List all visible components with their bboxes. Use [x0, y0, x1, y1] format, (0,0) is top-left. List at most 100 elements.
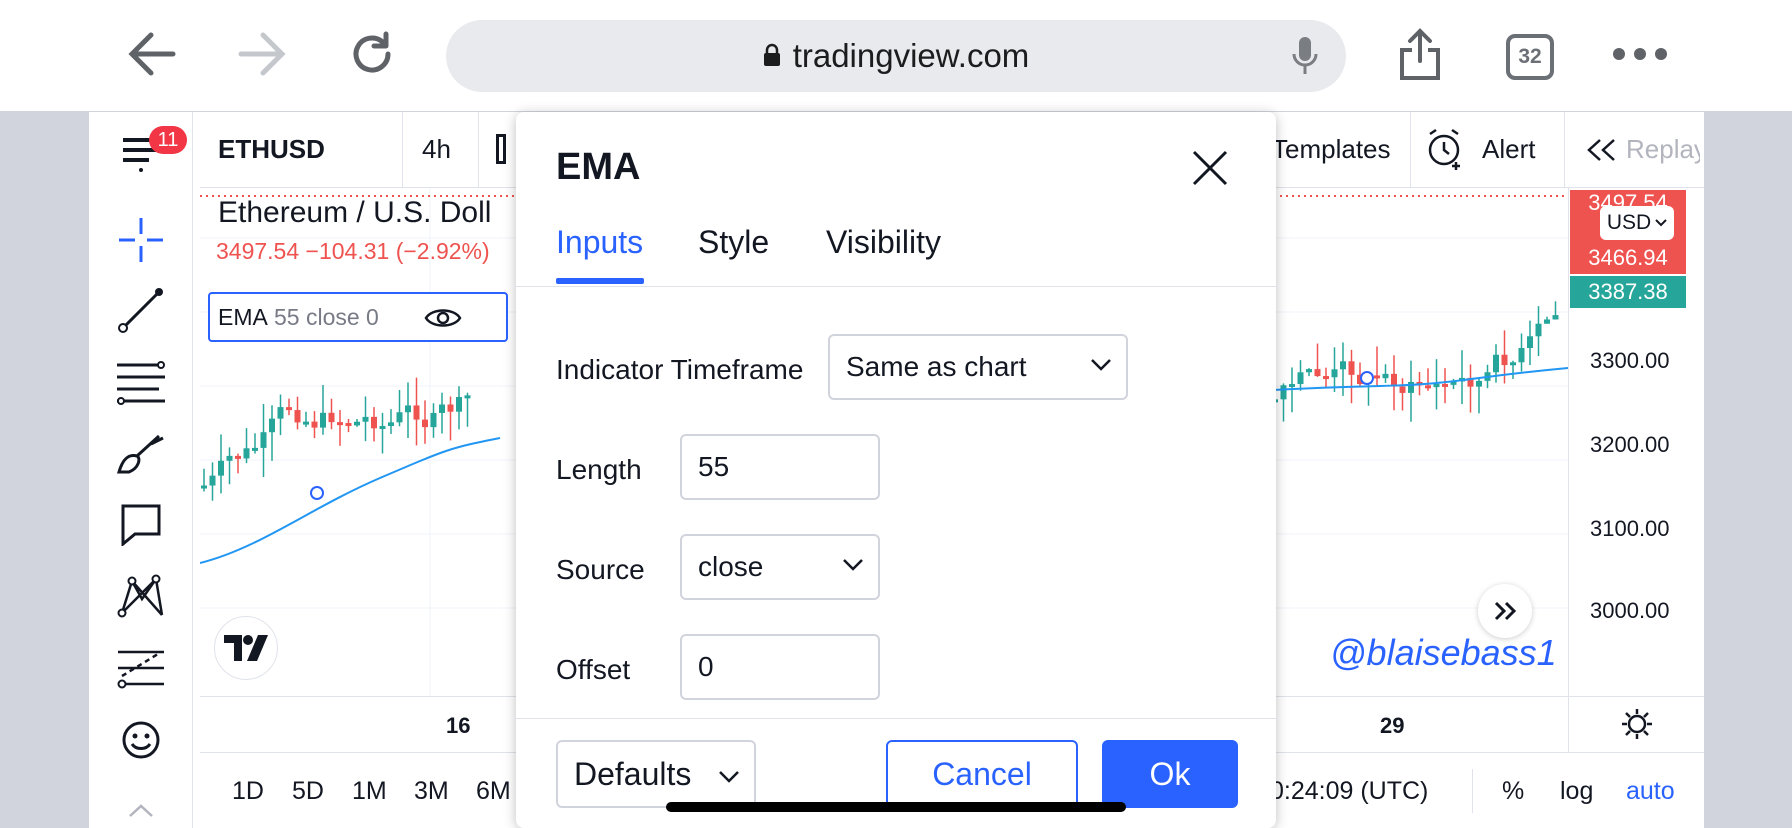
text-note-icon[interactable]	[89, 492, 193, 556]
tradingview-logo[interactable]	[214, 616, 278, 680]
chevron-up-icon[interactable]	[89, 792, 193, 828]
candle-body	[1425, 385, 1431, 389]
forecast-icon[interactable]	[89, 636, 193, 700]
candle-body	[328, 412, 335, 423]
trend-line-icon[interactable]	[89, 278, 193, 342]
scroll-to-realtime-icon[interactable]	[1478, 584, 1532, 638]
ohlc-values: 3497.54 −104.31 (−2.92%)	[216, 238, 490, 264]
auto-toggle[interactable]: auto	[1626, 777, 1675, 806]
currency-select[interactable]: USD	[1600, 206, 1674, 240]
divider	[1410, 112, 1411, 188]
length-input[interactable]: 55	[680, 434, 880, 500]
candle-body	[1280, 385, 1287, 400]
candle-body	[294, 410, 301, 423]
time-label: 29	[1380, 713, 1405, 738]
tabs-count-button[interactable]: 32	[1506, 34, 1554, 80]
range-1m[interactable]: 1M	[352, 777, 387, 806]
candle-body	[345, 423, 352, 427]
range-6m[interactable]: 6M	[476, 777, 511, 806]
candle-body	[447, 404, 454, 412]
source-value: close	[698, 551, 764, 582]
interval-button[interactable]: 4h	[422, 134, 451, 165]
tab-visibility[interactable]: Visibility	[826, 224, 941, 261]
candle-body	[1348, 361, 1355, 375]
candle-body	[1501, 354, 1508, 366]
symbol-search[interactable]: ETHUSD	[218, 134, 325, 165]
candle-body	[1493, 354, 1499, 373]
candle-body	[464, 395, 471, 399]
source-select[interactable]: close	[680, 534, 880, 600]
candle-body	[362, 416, 369, 422]
close-icon[interactable]	[1192, 150, 1228, 191]
reload-icon[interactable]	[340, 22, 404, 86]
candles-icon[interactable]	[496, 134, 506, 164]
watermark: @blaisebass1	[1330, 632, 1557, 673]
drawing-toolbar: 11	[89, 112, 193, 828]
pattern-icon[interactable]	[89, 564, 193, 628]
microphone-icon[interactable]	[1292, 36, 1318, 84]
more-icon[interactable]	[1608, 22, 1672, 86]
candle-body	[226, 455, 233, 461]
range-3m[interactable]: 3M	[414, 777, 449, 806]
length-label: Length	[556, 454, 642, 485]
divider	[1568, 697, 1569, 753]
ema-anchor-point	[310, 486, 324, 500]
candle-body	[1323, 376, 1329, 380]
brush-icon[interactable]	[89, 422, 193, 486]
utc-clock[interactable]: 0:24:09 (UTC)	[1270, 777, 1428, 806]
rewind-icon[interactable]	[1586, 138, 1616, 167]
log-toggle[interactable]: log	[1560, 777, 1593, 806]
candle-body	[1544, 319, 1550, 324]
candle-body	[218, 460, 224, 476]
range-1d[interactable]: 1D	[232, 777, 264, 806]
settings-icon[interactable]	[1620, 707, 1654, 746]
candle-body	[1476, 380, 1482, 387]
candle-body	[1297, 372, 1304, 385]
fib-retracement-icon[interactable]	[89, 350, 193, 414]
templates-button[interactable]: Templates	[1272, 134, 1391, 165]
source-label: Source	[556, 554, 645, 585]
candle-body	[413, 405, 420, 420]
indicator-legend[interactable]: EMA 55 close 0	[208, 292, 508, 342]
menu-icon[interactable]: 11	[89, 120, 193, 184]
tab-inputs[interactable]: Inputs	[556, 224, 643, 261]
candle-body	[303, 421, 309, 425]
candle-body	[1314, 369, 1321, 377]
alarm-clock-icon[interactable]	[1426, 128, 1466, 175]
eye-icon[interactable]	[424, 306, 462, 335]
offset-input[interactable]: 0	[680, 634, 880, 700]
indicator-name: EMA	[218, 304, 268, 330]
price-label: 3000.00	[1590, 598, 1670, 623]
candle-body	[337, 422, 343, 426]
candle-body	[439, 404, 445, 413]
percent-toggle[interactable]: %	[1502, 777, 1524, 806]
timeframe-select[interactable]: Same as chart	[828, 334, 1128, 400]
candle-body	[1374, 375, 1380, 379]
candle-body	[371, 416, 377, 429]
candle-body	[286, 407, 292, 411]
emoji-icon[interactable]	[89, 708, 193, 772]
replay-button[interactable]: Replay	[1626, 134, 1700, 165]
divider	[478, 112, 479, 188]
defaults-dropdown[interactable]: Defaults	[556, 740, 756, 808]
candle-body	[1442, 383, 1448, 387]
crosshair-icon[interactable]	[89, 208, 193, 272]
back-arrow-icon[interactable]	[120, 22, 184, 86]
cancel-button[interactable]: Cancel	[886, 740, 1078, 808]
candle-body	[405, 405, 411, 413]
alert-button[interactable]: Alert	[1482, 134, 1535, 165]
candle-body	[260, 432, 267, 448]
candle-body	[379, 426, 386, 430]
ok-button[interactable]: Ok	[1102, 740, 1238, 808]
url-bar[interactable]: tradingview.com	[446, 20, 1346, 92]
candle-body	[1518, 347, 1525, 363]
share-icon[interactable]	[1388, 22, 1452, 86]
candle-body	[1331, 369, 1338, 378]
forward-arrow-icon[interactable]	[230, 22, 294, 86]
range-5d[interactable]: 5D	[292, 777, 324, 806]
candle-body	[1510, 362, 1516, 366]
tab-style[interactable]: Style	[698, 224, 769, 261]
notification-badge: 11	[149, 126, 187, 154]
price-label: 3100.00	[1590, 516, 1670, 541]
offset-label: Offset	[556, 654, 631, 685]
